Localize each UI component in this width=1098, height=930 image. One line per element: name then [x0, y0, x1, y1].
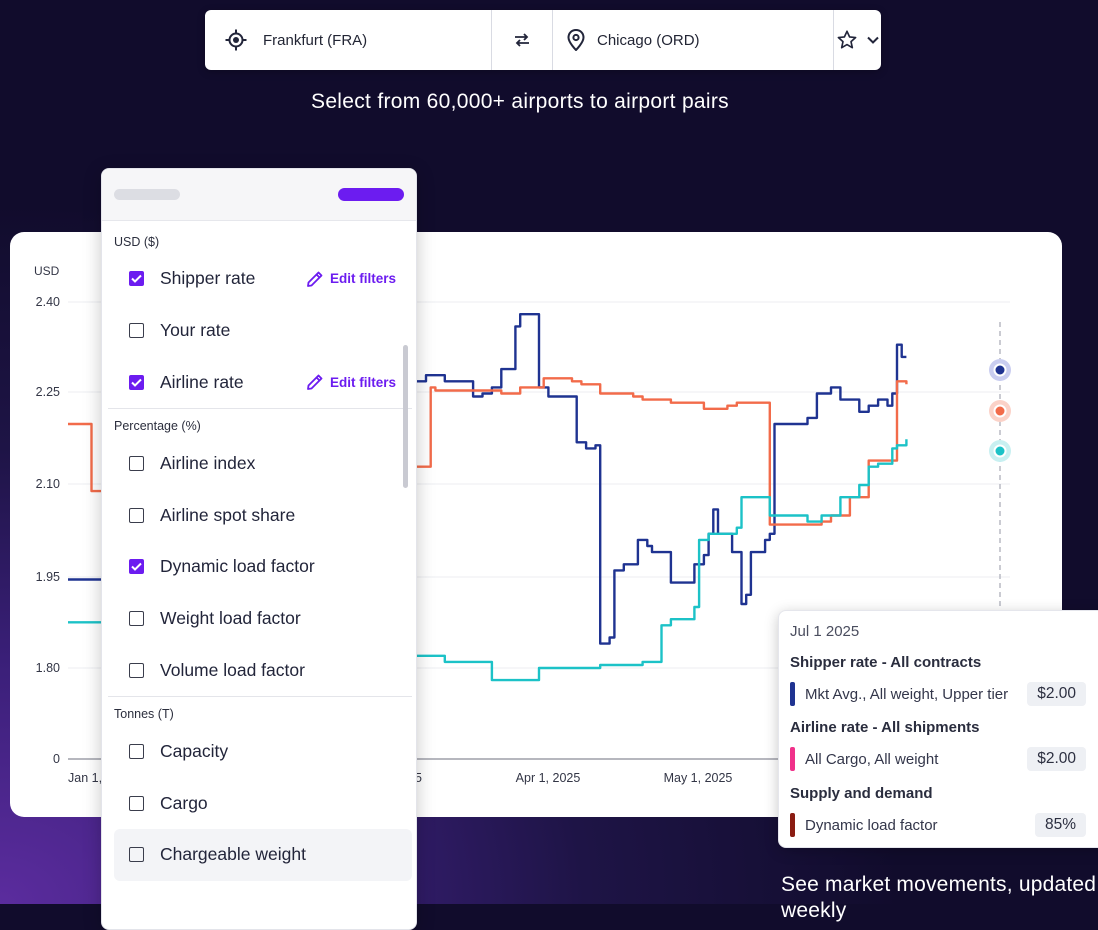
option-volume-load-factor[interactable]: Volume load factor	[102, 645, 416, 697]
tooltip-row: Dynamic load factor 85%	[790, 813, 1086, 837]
checkbox-unchecked[interactable]	[129, 323, 144, 339]
series-swatch	[790, 813, 795, 837]
section-label-percentage: Percentage (%)	[114, 419, 201, 434]
checkbox-unchecked[interactable]	[129, 662, 144, 678]
accent-pill	[338, 188, 404, 201]
checkbox-unchecked[interactable]	[129, 743, 144, 759]
edit-filters-label: Edit filters	[329, 271, 396, 287]
section-divider	[108, 408, 412, 410]
option-label: Your rate	[160, 320, 231, 341]
option-label: Dynamic load factor	[160, 556, 315, 577]
y-tick-label: 2.10	[36, 477, 60, 491]
metric-selector-panel: USD ($) Shipper rate Edit filters Your r…	[101, 168, 417, 930]
hover-marker	[993, 363, 1007, 377]
tooltip-row: Mkt Avg., All weight, Upper tier $2.00	[790, 682, 1086, 706]
edit-filters-label: Edit filters	[329, 374, 396, 390]
tooltip-row-label: Dynamic load factor	[805, 816, 938, 834]
y-tick-label: 1.95	[36, 570, 60, 584]
location-target-icon	[225, 29, 247, 51]
favorite-dropdown-button[interactable]	[834, 10, 881, 70]
checkbox-checked[interactable]	[129, 559, 144, 575]
map-pin-icon	[567, 29, 585, 51]
option-label: Chargeable weight	[160, 844, 306, 865]
origin-value: Frankfurt (FRA)	[263, 31, 368, 49]
option-label: Airline spot share	[160, 504, 296, 525]
checkbox-checked[interactable]	[129, 374, 144, 390]
checkbox-unchecked[interactable]	[129, 795, 144, 811]
swap-arrows-icon	[513, 33, 531, 47]
section-label-tonnes: Tonnes (T)	[114, 707, 174, 722]
hover-marker	[993, 444, 1007, 458]
y-tick-label: 1.80	[36, 661, 60, 675]
checkbox-unchecked[interactable]	[129, 611, 144, 627]
option-airline-spot-share[interactable]: Airline spot share	[102, 489, 416, 541]
y-tick-label: 0	[53, 752, 60, 766]
edit-filters-link[interactable]: Edit filters	[306, 270, 396, 288]
option-label: Capacity	[160, 740, 229, 761]
option-your-rate[interactable]: Your rate	[102, 305, 416, 357]
option-shipper-rate[interactable]: Shipper rate Edit filters	[102, 253, 416, 305]
option-airline-index[interactable]: Airline index	[102, 437, 416, 489]
option-label: Weight load factor	[160, 608, 301, 629]
tooltip-row-label: Mkt Avg., All weight, Upper tier	[805, 685, 1009, 703]
tooltip-group-title: Shipper rate - All contracts	[790, 654, 982, 671]
edit-filters-link[interactable]: Edit filters	[306, 373, 396, 391]
series-swatch	[790, 682, 795, 706]
checkbox-unchecked[interactable]	[129, 847, 144, 863]
chart-tooltip: Jul 1 2025 Shipper rate - All contracts …	[778, 610, 1098, 848]
section-label-usd: USD ($)	[114, 235, 160, 249]
origin-field[interactable]: Frankfurt (FRA)	[205, 10, 492, 70]
checkbox-unchecked[interactable]	[129, 455, 144, 471]
checkbox-checked[interactable]	[129, 271, 144, 287]
checkbox-unchecked[interactable]	[129, 507, 144, 523]
tagline: Select from 60,000+ airports to airport …	[311, 90, 729, 113]
panel-header	[102, 169, 416, 221]
hover-marker	[993, 404, 1007, 418]
tooltip-row: All Cargo, All weight $2.00	[790, 747, 1086, 771]
option-label: Cargo	[160, 792, 208, 813]
option-dynamic-load-factor[interactable]: Dynamic load factor	[102, 541, 416, 593]
x-tick-label: Apr 1, 2025	[516, 771, 581, 785]
tooltip-row-value: 85%	[1034, 813, 1086, 837]
option-airline-rate[interactable]: Airline rate Edit filters	[102, 357, 416, 409]
option-capacity[interactable]: Capacity	[102, 725, 416, 777]
secondary-tagline: See market movements, updated weekly	[781, 873, 1097, 922]
tooltip-group-title: Supply and demand	[790, 785, 933, 802]
y-tick-label: 2.25	[36, 385, 60, 399]
option-weight-load-factor[interactable]: Weight load factor	[102, 593, 416, 645]
tooltip-date: Jul 1 2025	[790, 623, 860, 640]
pencil-icon	[306, 270, 324, 288]
tooltip-group-title: Airline rate - All shipments	[790, 719, 980, 736]
panel-scrollbar[interactable]	[403, 345, 408, 488]
option-label: Shipper rate	[160, 268, 256, 289]
route-search-bar: Frankfurt (FRA) Chicago (ORD)	[205, 10, 881, 70]
option-label: Airline rate	[160, 371, 244, 392]
tooltip-row-value: $2.00	[1027, 747, 1086, 771]
x-tick-label: Jan 1,	[68, 771, 102, 785]
y-tick-label: 2.40	[36, 295, 60, 309]
option-cargo[interactable]: Cargo	[102, 777, 416, 829]
skeleton-placeholder	[114, 189, 180, 200]
tooltip-row-label: All Cargo, All weight	[805, 750, 939, 768]
option-label: Airline index	[160, 452, 256, 473]
section-divider	[108, 696, 412, 698]
star-icon	[836, 29, 858, 51]
option-chargeable-weight[interactable]: Chargeable weight	[114, 828, 412, 881]
y-axis-label: USD	[34, 264, 60, 278]
series-swatch	[790, 747, 795, 771]
destination-value: Chicago (ORD)	[597, 31, 700, 49]
x-tick-label: May 1, 2025	[664, 771, 733, 785]
tooltip-row-value: $2.00	[1027, 682, 1086, 706]
option-label: Volume load factor	[160, 659, 305, 680]
swap-route-button[interactable]	[492, 10, 553, 70]
destination-field[interactable]: Chicago (ORD)	[553, 10, 834, 70]
pencil-icon	[306, 373, 324, 391]
chevron-down-icon	[866, 35, 880, 45]
